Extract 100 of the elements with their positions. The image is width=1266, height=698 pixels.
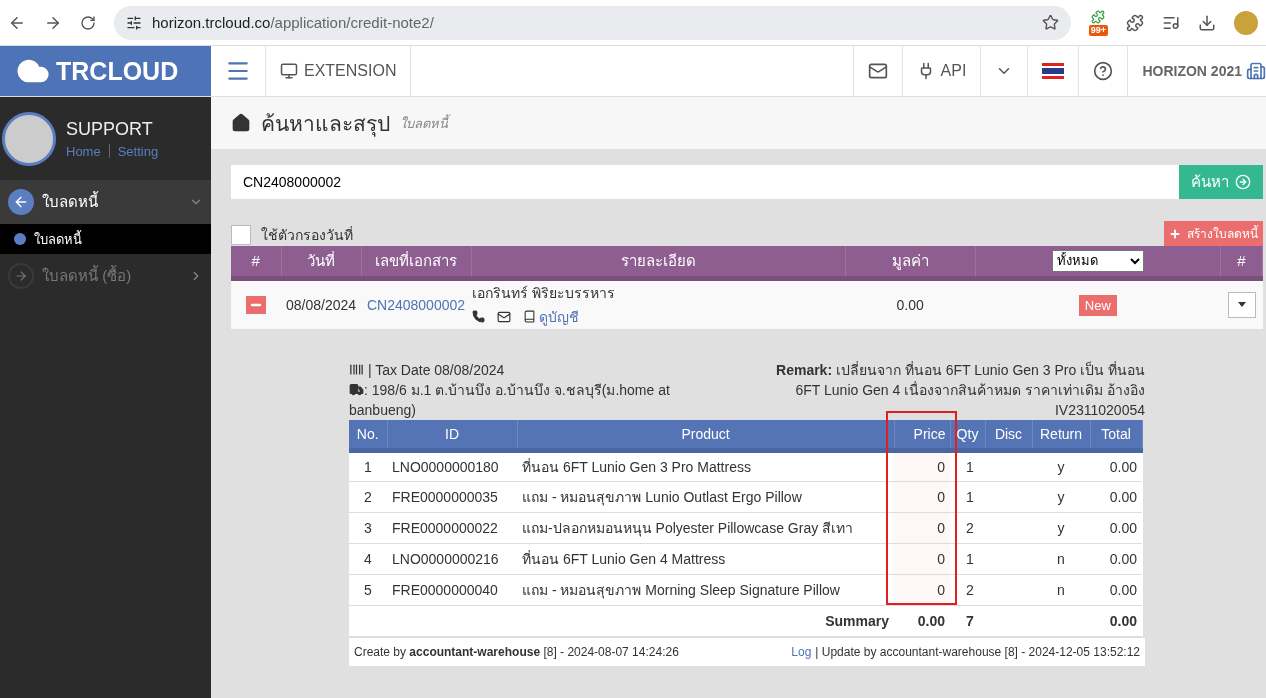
status-select[interactable]: ทั้งหมด xyxy=(1051,249,1144,272)
table-cell: y xyxy=(1032,512,1090,544)
value-cell: 0.00 xyxy=(845,278,976,329)
table-cell: 1 xyxy=(950,543,985,575)
building-icon xyxy=(1246,61,1266,81)
table-cell: n xyxy=(1032,543,1090,575)
reload-icon[interactable] xyxy=(80,14,96,31)
user-name: SUPPORT xyxy=(66,118,154,140)
address-bar[interactable]: horizon.trcloud.co/application/credit-note2/ xyxy=(114,5,1071,40)
summary-qty: 7 xyxy=(950,605,985,637)
table-cell: FRE0000000040 xyxy=(387,574,517,606)
table-cell: y xyxy=(1032,481,1090,513)
create-button[interactable]: สร้างใบลดหนี้ xyxy=(1164,221,1263,246)
table-cell: ที่นอน 6FT Lunio Gen 3 Pro Mattress xyxy=(517,450,894,482)
logo: TRCLOUD xyxy=(0,46,211,96)
book-icon xyxy=(523,310,536,323)
site-info-icon xyxy=(126,14,142,31)
extension-icon[interactable] xyxy=(1091,9,1106,24)
table-cell: ที่นอน 6FT Lunio Gen 4 Mattress xyxy=(517,543,894,575)
table-cell: 4 xyxy=(349,543,387,575)
sidebar-subitem[interactable]: ใบลดหนี้ xyxy=(0,224,211,254)
search-button[interactable]: ค้นหา xyxy=(1179,165,1263,199)
table-cell: 0.00 xyxy=(1090,543,1142,575)
column-header: Return xyxy=(1032,419,1090,451)
table-cell: 1 xyxy=(950,450,985,482)
status-badge: New xyxy=(1078,294,1117,316)
plus-icon xyxy=(1169,227,1181,240)
checkbox[interactable] xyxy=(231,225,251,245)
table-cell: 0.00 xyxy=(1090,512,1142,544)
column-header: ID xyxy=(387,419,517,451)
column-header: # xyxy=(1220,246,1263,278)
home-icon[interactable] xyxy=(231,113,251,133)
table-cell: 3 xyxy=(349,512,387,544)
column-header: No. xyxy=(349,419,387,451)
arrow-circle-icon xyxy=(1235,174,1251,190)
table-cell: 2 xyxy=(950,574,985,606)
help-icon[interactable] xyxy=(1093,61,1114,81)
truck-icon xyxy=(349,381,364,397)
table-cell: 0.00 xyxy=(1090,450,1142,482)
phone-icon xyxy=(472,310,485,323)
remark: Remark: เปลี่ยนจาก ที่นอน 6FT Lunio Gen 3 Pro เป็น ที่นอน 6FT Lunio Gen 4 เนื่องจากสินค้าหมด ราคาเท่าเดิม อ้างอิง IV2311020054 xyxy=(775,360,1145,420)
company-name: HORIZON 2021 xyxy=(1141,62,1243,81)
dropdown-button[interactable] xyxy=(1227,291,1256,318)
notification-badge: 99+ xyxy=(1088,24,1108,36)
table-cell: 0 xyxy=(894,512,950,544)
column-header: รายละเอียด xyxy=(471,246,846,278)
setting-link[interactable]: Setting xyxy=(117,143,159,159)
column-header: Product xyxy=(517,419,894,451)
table-cell: LNO0000000216 xyxy=(387,543,517,575)
column-header: Total xyxy=(1090,419,1142,451)
address: : 198/6 ม.1 ต.บ้านบึง อ.บ้านบึง จ.ชลบุรี(ม.home at banbueng) xyxy=(349,380,671,420)
download-icon[interactable] xyxy=(1198,13,1216,32)
table-cell: 0 xyxy=(894,543,950,575)
created-info: Create by accountant-warehouse [8] - 2024-08-07 14:24:26 xyxy=(354,645,679,659)
monitor-icon xyxy=(280,62,298,80)
table-cell: n xyxy=(1032,574,1090,606)
search-field[interactable]: CN2408000002 xyxy=(231,165,1179,199)
table-cell: 2 xyxy=(349,481,387,513)
table-cell: แถม-ปลอกหมอนหนุน Polyester Pillowcase Gray สีเทา xyxy=(517,512,894,544)
extension-link[interactable]: EXTENSION xyxy=(266,46,412,96)
column-header: # xyxy=(231,246,281,278)
url-text: horizon.trcloud.co/application/credit-note2/ xyxy=(152,14,434,31)
table-cell: แถม - หมอนสุขภาพ Lunio Outlast Ergo Pillow xyxy=(517,481,894,513)
date-cell: 08/08/2024 xyxy=(281,278,361,329)
puzzle-icon[interactable] xyxy=(1126,13,1144,32)
mail-icon[interactable] xyxy=(867,61,888,81)
table-cell: 1 xyxy=(950,481,985,513)
updated-info: | Update by accountant-warehouse [8] - 2024-12-05 13:52:12 xyxy=(815,645,1140,659)
summary-price: 0.00 xyxy=(894,605,950,637)
table-cell: FRE0000000022 xyxy=(387,512,517,544)
star-icon[interactable] xyxy=(1041,14,1059,31)
tax-date: | Tax Date 08/08/2024 xyxy=(349,359,699,380)
table-cell: 5 xyxy=(349,574,387,606)
page-title: ค้นหาและสรุป xyxy=(261,110,390,139)
table-cell: 1 xyxy=(349,450,387,482)
barcode-icon xyxy=(349,361,364,377)
table-cell: LNO0000000180 xyxy=(387,450,517,482)
column-header: เลขที่เอกสาร xyxy=(361,246,471,278)
table-cell: แถม - หมอนสุขภาพ Morning Sleep Signature Pillow xyxy=(517,574,894,606)
api-link[interactable]: API xyxy=(902,46,982,96)
sidebar-item[interactable]: ใบลดหนี้ xyxy=(0,180,211,224)
customer-name: เอกรินทร์ พิริยะบรรหาร xyxy=(472,283,616,303)
log-link[interactable]: Log xyxy=(791,645,812,659)
table-cell: y xyxy=(1032,450,1090,482)
account-link[interactable]: ดูบัญชี xyxy=(539,305,579,328)
table-cell: 2 xyxy=(950,512,985,544)
checkbox-label: ใช้ตัวกรองวันที่ xyxy=(261,225,353,245)
summary-label: Summary xyxy=(349,605,894,637)
home-link[interactable]: Home xyxy=(66,143,101,159)
column-header: Price xyxy=(894,419,950,451)
column-header: Disc xyxy=(985,419,1032,451)
thai-flag-icon[interactable] xyxy=(1042,63,1065,79)
table-cell: 0.00 xyxy=(1090,481,1142,513)
column-header: มูลค่า xyxy=(845,246,976,278)
table-cell: FRE0000000035 xyxy=(387,481,517,513)
mail-icon xyxy=(497,309,511,324)
column-header: วันที่ xyxy=(281,246,361,278)
summary-total: 0.00 xyxy=(1090,605,1142,637)
table-cell: 0 xyxy=(894,481,950,513)
collapse-button[interactable] xyxy=(246,295,266,314)
